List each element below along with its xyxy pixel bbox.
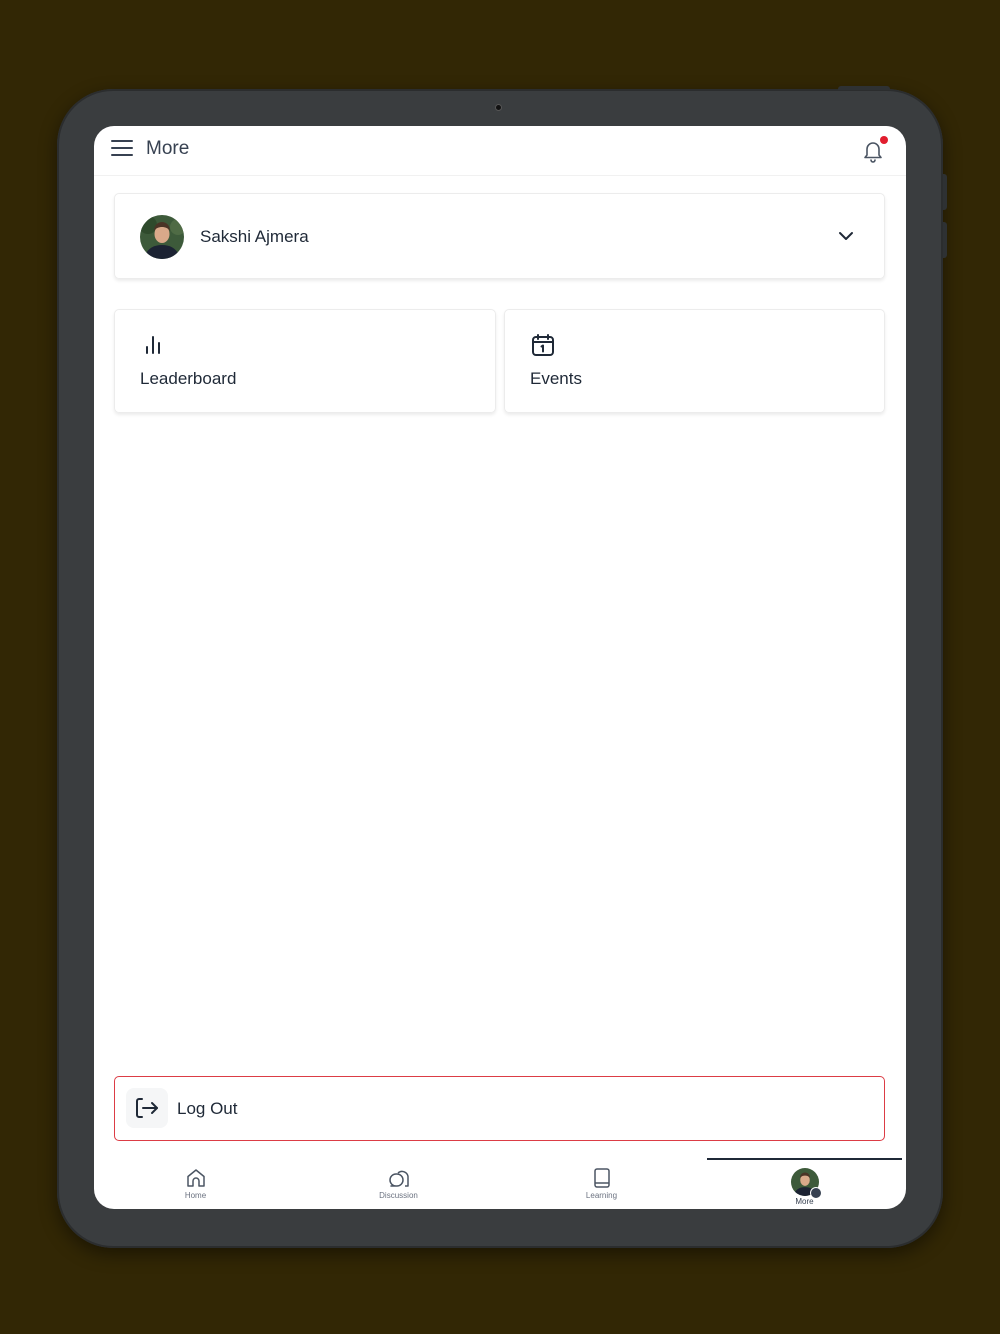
nav-label: Learning bbox=[585, 1191, 618, 1200]
logout-icon-container bbox=[126, 1088, 168, 1128]
logout-button[interactable]: Log Out bbox=[114, 1076, 885, 1141]
tile-label: Events bbox=[530, 369, 582, 388]
book-icon bbox=[593, 1168, 610, 1188]
bar-chart-icon bbox=[146, 336, 160, 354]
nav-label: More bbox=[795, 1197, 814, 1206]
notification-badge bbox=[880, 136, 888, 144]
profile-switcher[interactable]: Sakshi Ajmera bbox=[114, 193, 885, 279]
page-title: More bbox=[146, 138, 190, 159]
volume-up-button bbox=[943, 174, 947, 210]
discussion-icon bbox=[388, 1170, 409, 1187]
power-button bbox=[838, 86, 890, 90]
avatar bbox=[140, 215, 184, 259]
active-tab-indicator bbox=[707, 1158, 902, 1160]
logout-icon bbox=[136, 1098, 158, 1118]
events-tile[interactable]: Events bbox=[504, 309, 885, 413]
nav-item-discussion[interactable]: Discussion bbox=[297, 1166, 500, 1209]
tile-label: Leaderboard bbox=[140, 369, 237, 388]
top-app-bar: More bbox=[94, 126, 906, 176]
volume-down-button bbox=[943, 222, 947, 258]
app-screen: More Sakshi Ajmera Leaderboard Events Lo… bbox=[94, 126, 906, 1209]
leaderboard-tile[interactable]: Leaderboard bbox=[114, 309, 496, 413]
menu-badge-icon bbox=[809, 1187, 822, 1199]
bottom-navigation: Home Discussion Learning More bbox=[94, 1158, 906, 1209]
calendar-icon bbox=[532, 334, 554, 356]
home-icon bbox=[186, 1169, 205, 1187]
nav-item-home[interactable]: Home bbox=[94, 1166, 297, 1209]
nav-label: Discussion bbox=[379, 1191, 418, 1200]
profile-name: Sakshi Ajmera bbox=[200, 227, 309, 246]
logout-label: Log Out bbox=[177, 1099, 238, 1118]
nav-item-more[interactable]: More bbox=[703, 1166, 906, 1209]
avatar bbox=[790, 1168, 822, 1199]
hamburger-menu-icon[interactable] bbox=[111, 140, 133, 160]
nav-label: Home bbox=[184, 1191, 207, 1200]
chevron-down-icon[interactable] bbox=[837, 227, 855, 245]
nav-item-learning[interactable]: Learning bbox=[500, 1166, 703, 1209]
front-camera bbox=[495, 104, 502, 111]
